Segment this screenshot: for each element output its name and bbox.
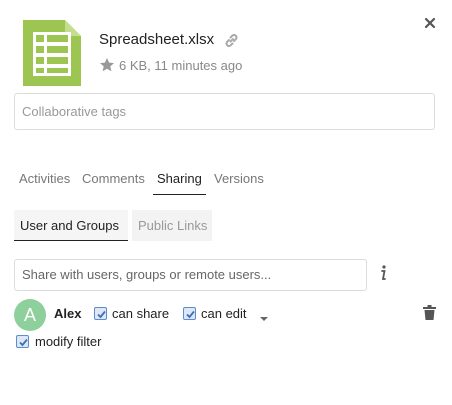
tab-activities[interactable]: Activities xyxy=(19,169,70,195)
tab-versions[interactable]: Versions xyxy=(214,169,264,195)
subtab-public-links[interactable]: Public Links xyxy=(132,210,212,241)
checkmark-icon xyxy=(19,338,28,347)
close-button[interactable] xyxy=(421,14,439,32)
trash-icon[interactable] xyxy=(423,305,436,320)
can-edit-checkbox[interactable] xyxy=(183,307,196,320)
modify-filter-label[interactable]: modify filter xyxy=(35,334,101,349)
tab-sharing[interactable]: Sharing xyxy=(153,169,206,195)
checkmark-icon xyxy=(186,310,195,319)
checkmark-icon xyxy=(97,310,106,319)
share-with-input[interactable]: Share with users, groups or remote users… xyxy=(14,259,367,291)
spreadsheet-file-icon xyxy=(23,20,81,86)
info-icon[interactable] xyxy=(378,264,388,282)
avatar: A xyxy=(14,299,46,331)
modify-filter-checkbox[interactable] xyxy=(16,335,29,348)
file-name: Spreadsheet.xlsx xyxy=(99,31,215,48)
star-icon[interactable] xyxy=(99,57,115,73)
close-icon xyxy=(424,17,436,29)
can-edit-label[interactable]: can edit xyxy=(201,306,247,321)
file-meta: 6 KB, 11 minutes ago xyxy=(119,58,243,73)
share-username: Alex xyxy=(54,306,82,321)
subtab-user-and-groups[interactable]: User and Groups xyxy=(14,210,128,241)
chevron-down-icon[interactable] xyxy=(259,310,269,321)
link-icon[interactable] xyxy=(223,32,240,49)
can-share-checkbox[interactable] xyxy=(94,307,107,320)
collaborative-tags-input[interactable]: Collaborative tags xyxy=(14,93,435,130)
tab-comments[interactable]: Comments xyxy=(82,169,145,195)
can-share-label[interactable]: can share xyxy=(112,306,169,321)
